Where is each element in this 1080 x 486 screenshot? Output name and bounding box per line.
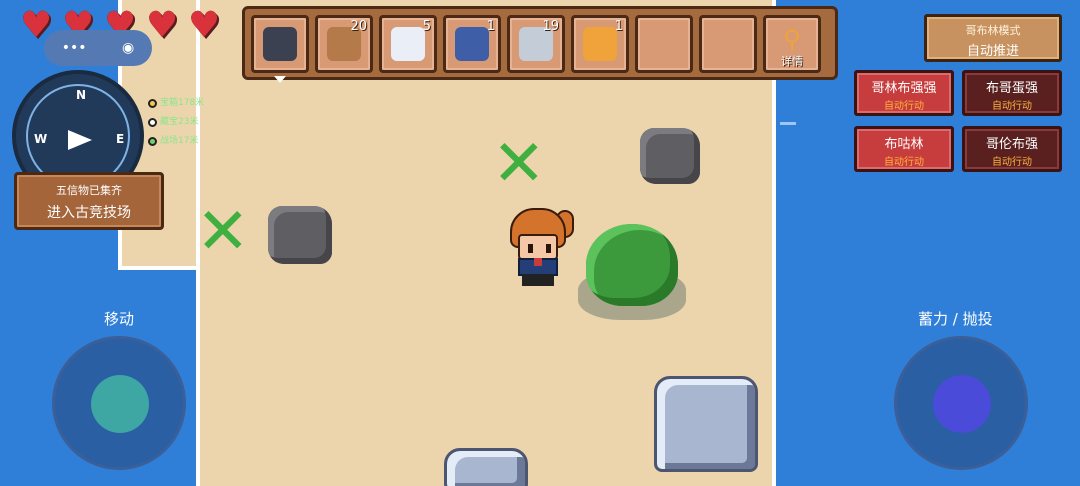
arena-action-text: 进入古竞技场 (47, 205, 131, 221)
hotbar-slot[interactable] (699, 15, 757, 73)
arena-status-text: 五信物已集齐 (56, 184, 122, 197)
npc-name: 哥伦布强 (985, 137, 1038, 152)
npc-button[interactable]: 哥伦布强 自动行动 (962, 126, 1062, 172)
compass-west-label: W (34, 132, 48, 146)
legend-marker-icon (148, 137, 157, 146)
npc-status: 自动行动 (992, 101, 1032, 112)
mini-toggle-pill[interactable]: ••• ◉ (44, 30, 152, 66)
record-icon[interactable]: ◉ (122, 40, 134, 56)
legend-row: 宝箱178米 (148, 94, 204, 113)
compass-east-label: E (116, 132, 125, 146)
magnifier-icon: ⚲ (783, 25, 801, 53)
hotbar-slot[interactable]: 1 (443, 15, 501, 73)
item-count: 20 (350, 19, 367, 34)
hotbar-slot[interactable]: 20 (315, 15, 373, 73)
hotbar-slot[interactable]: 19 (507, 15, 565, 73)
item-count: 19 (542, 19, 559, 34)
npc-name: 布哥蛋强 (985, 81, 1038, 96)
heart-icon: ♥ (146, 5, 179, 46)
menu-dots-icon[interactable]: ••• (62, 40, 87, 56)
legend-text: 藏宝23米 (160, 117, 199, 127)
amber-gem-icon (583, 27, 617, 61)
green-plant[interactable]: ✕ (196, 200, 250, 264)
legend-row: 战场17米 (148, 132, 204, 151)
inventory-hotbar: 20 5 1 19 1 ⚲ 详情 (242, 6, 838, 80)
item-count: 1 (486, 19, 495, 34)
item-count: 5 (422, 19, 431, 34)
green-bush[interactable] (586, 224, 678, 306)
action-joystick-knob[interactable] (933, 375, 991, 433)
green-plant[interactable]: ✕ (492, 132, 546, 196)
heart-icon: ♥ (188, 5, 221, 46)
hotbar-slot[interactable] (635, 15, 693, 73)
silver-ore-icon (391, 27, 425, 61)
legend-text: 战场17米 (160, 136, 199, 146)
map-legend: 宝箱178米 藏宝23米战场17米 (148, 94, 204, 151)
details-label: 详情 (781, 55, 803, 68)
legend-row: 藏宝23米 (148, 113, 204, 132)
wave (780, 122, 796, 125)
enter-arena-button[interactable]: 五信物已集齐 进入古竞技场 (14, 172, 164, 230)
npc-button[interactable]: 布咕林 自动行动 (854, 126, 954, 172)
npc-status: 自动行动 (884, 157, 924, 168)
goblin-mode-subtitle: 自动推进 (966, 44, 1019, 59)
player-legs (522, 274, 554, 286)
compass-needle-icon (68, 130, 92, 150)
player-eye (528, 244, 533, 253)
player-character (506, 208, 574, 288)
details-button[interactable]: ⚲ 详情 (763, 15, 821, 73)
npc-name: 布咕林 (884, 137, 924, 152)
goblin-mode-button[interactable]: 哥布林模式 自动推进 (924, 14, 1062, 62)
hotbar-slot[interactable]: 1 (571, 15, 629, 73)
hotbar-slot[interactable]: 5 (379, 15, 437, 73)
npc-name: 哥林布强强 (871, 81, 937, 96)
hotbar-slot[interactable] (251, 15, 309, 73)
npc-status: 自动行动 (884, 101, 924, 112)
move-joystick-knob[interactable] (91, 375, 149, 433)
crystal-rock[interactable] (654, 376, 758, 472)
item-count: 1 (614, 19, 623, 34)
crystal-rock[interactable] (444, 448, 528, 486)
player-eye (546, 244, 551, 253)
player-face (518, 234, 558, 260)
npc-status: 自动行动 (992, 157, 1032, 168)
action-joystick[interactable] (894, 336, 1028, 470)
move-label: 移动 (104, 310, 135, 328)
fish-icon (455, 27, 489, 61)
legend-marker-icon (148, 118, 157, 127)
compass-north-label: N (76, 88, 87, 102)
goblin-mode-title: 哥布林模式 (965, 24, 1021, 37)
npc-button[interactable]: 布哥蛋强 自动行动 (962, 70, 1062, 116)
legend-marker-icon (148, 99, 157, 108)
rock[interactable] (268, 206, 332, 264)
bomb-icon (263, 27, 297, 61)
action-label: 蓄力 / 抛投 (918, 310, 993, 328)
move-joystick[interactable] (52, 336, 186, 470)
npc-button[interactable]: 哥林布强强 自动行动 (854, 70, 954, 116)
legend-text: 宝箱178米 (160, 98, 205, 108)
selected-slot-pointer-icon (274, 76, 286, 83)
player-tie (534, 258, 542, 266)
rock[interactable] (640, 128, 700, 184)
